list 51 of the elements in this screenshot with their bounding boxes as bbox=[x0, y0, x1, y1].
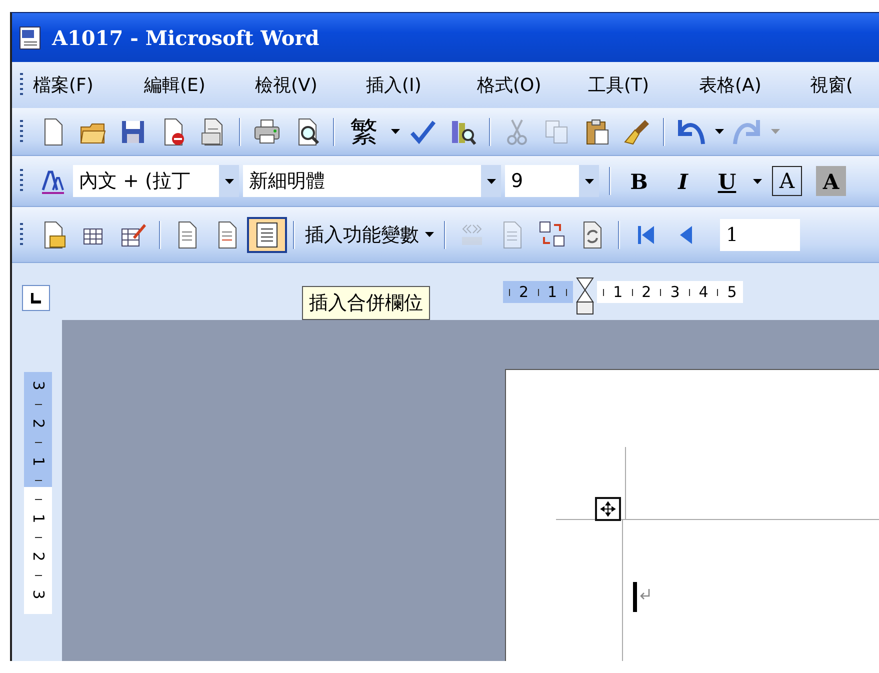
ruler-number: 5 bbox=[727, 283, 737, 301]
paragraph-mark-icon bbox=[639, 588, 651, 602]
table-move-handle[interactable] bbox=[595, 497, 621, 521]
ruler-number: 3 bbox=[670, 283, 680, 301]
menu-item[interactable]: 表格(A) bbox=[699, 73, 810, 97]
menu-item[interactable]: 編輯(E) bbox=[144, 73, 255, 97]
ruler-number: 2 bbox=[519, 283, 529, 301]
dropdown-arrow-icon[interactable] bbox=[584, 178, 594, 184]
dropdown-arrow-icon[interactable] bbox=[714, 129, 724, 134]
text-cursor bbox=[633, 582, 637, 612]
window-title: A1017 - Microsoft Word bbox=[52, 26, 320, 50]
insert-field-menu-button[interactable]: 插入功能變數 bbox=[301, 216, 438, 252]
combo-box[interactable]: 內文 + (拉丁 bbox=[73, 165, 239, 197]
ruler-number: 1 bbox=[30, 514, 46, 524]
left-tab-icon bbox=[31, 292, 41, 304]
dropdown-arrow-icon[interactable] bbox=[486, 178, 496, 184]
dropdown-arrow-icon[interactable] bbox=[752, 178, 762, 184]
ruler-number: 2 bbox=[642, 283, 652, 301]
ruler-number: 4 bbox=[698, 283, 708, 301]
italic-button[interactable]: I bbox=[661, 163, 705, 199]
toolbar-button[interactable] bbox=[247, 216, 287, 252]
ruler-number: 1 bbox=[613, 283, 623, 301]
printer-icon bbox=[253, 116, 281, 146]
record-number-field[interactable]: 1 bbox=[720, 218, 800, 250]
dropdown-arrow-icon[interactable] bbox=[390, 129, 400, 134]
menu-item[interactable]: 格式(O) bbox=[477, 73, 588, 97]
tooltip: 插入合併欄位 bbox=[302, 286, 430, 320]
menu-item[interactable]: 檔案(F) bbox=[33, 73, 144, 97]
menu-item[interactable]: 檢視(V) bbox=[255, 73, 366, 97]
combo-box[interactable]: 新細明體 bbox=[243, 165, 501, 197]
bold-button[interactable]: B bbox=[617, 163, 661, 199]
menu-item[interactable]: 視窗( bbox=[810, 73, 879, 97]
boxed-text-button[interactable]: A bbox=[772, 166, 802, 196]
ruler-number: 1 bbox=[30, 456, 46, 466]
four-way-arrow-icon bbox=[600, 501, 616, 517]
grids-with-arrows-icon bbox=[538, 220, 566, 250]
menu-item[interactable]: 插入(I) bbox=[366, 73, 477, 97]
ruler-number: 2 bbox=[30, 552, 46, 562]
dropdown-arrow-icon[interactable] bbox=[224, 178, 234, 184]
indent-marker-icon[interactable] bbox=[575, 277, 596, 317]
dropdown-arrow-icon[interactable] bbox=[425, 232, 434, 237]
ruler-number: 3 bbox=[30, 590, 46, 600]
tab-stop-button[interactable] bbox=[22, 285, 50, 311]
ruler-number: 3 bbox=[30, 380, 46, 390]
ruler-number: 2 bbox=[30, 418, 46, 428]
ruler-number: 1 bbox=[548, 283, 558, 301]
menu-item[interactable]: 工具(T) bbox=[588, 73, 699, 97]
underline-button[interactable]: U bbox=[705, 163, 749, 199]
traditional-chinese-button[interactable]: 繁 bbox=[341, 114, 387, 150]
shaded-text-button[interactable]: A bbox=[816, 166, 846, 196]
combo-box[interactable]: 9 bbox=[505, 165, 599, 197]
